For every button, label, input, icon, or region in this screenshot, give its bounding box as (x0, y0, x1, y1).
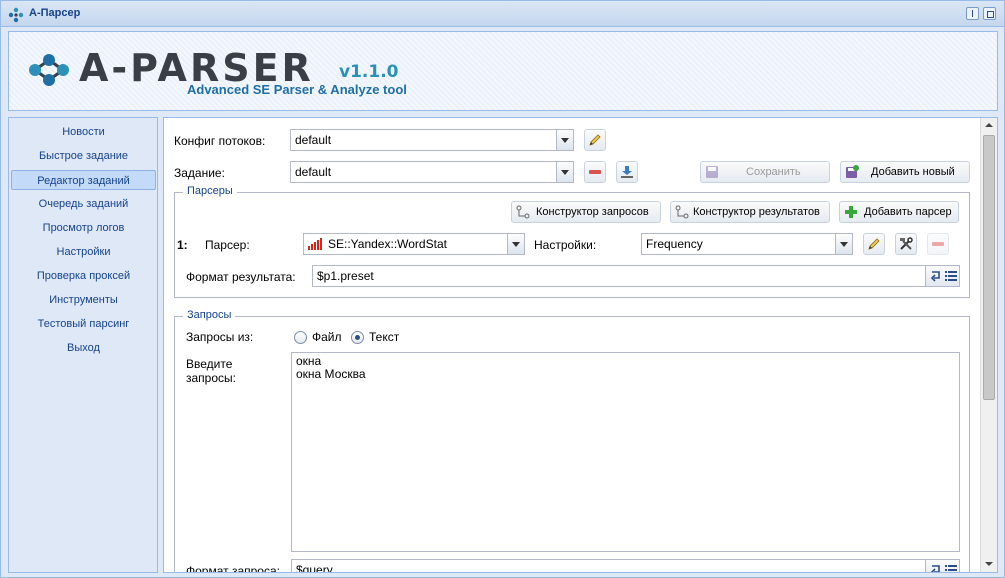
sidebar-item-task-editor[interactable]: Редактор заданий (11, 170, 156, 190)
sidebar-item-settings[interactable]: Настройки (11, 242, 156, 262)
download-task-button[interactable] (616, 161, 638, 183)
chevron-down-icon[interactable] (507, 234, 524, 254)
floppy-disk-icon (706, 166, 718, 178)
sidebar-item-news[interactable]: Новости (11, 122, 156, 142)
app-window: А-Парсер A-PARSER v1.1.0 Advanced SE Par… (0, 0, 1005, 578)
maximize-icon[interactable] (983, 7, 996, 20)
floppy-add-icon (846, 165, 859, 178)
title-bar: А-Парсер (1, 1, 1004, 27)
scroll-down-icon[interactable] (985, 562, 993, 566)
pin-icon[interactable] (966, 7, 979, 20)
queries-fieldset: Запросы Запросы из: Файл Текст Введите з… (174, 309, 970, 573)
radio-text[interactable] (351, 331, 364, 344)
result-format-input[interactable]: $p1.preset (312, 265, 960, 287)
constructor-icon (675, 205, 689, 219)
list-icon[interactable] (944, 269, 958, 283)
settings-label: Настройки: (534, 238, 597, 252)
minus-icon (589, 170, 601, 174)
window-title: А-Парсер (29, 7, 81, 19)
parser-settings-select[interactable]: Frequency (641, 233, 853, 255)
sidebar-item-task-queue[interactable]: Очередь заданий (11, 194, 156, 214)
sidebar: Новости Быстрое задание Редактор заданий… (8, 117, 158, 573)
scroll-up-icon[interactable] (985, 123, 993, 127)
parser-select[interactable]: SE::Yandex::WordStat (303, 233, 525, 255)
tools-button[interactable] (895, 233, 917, 255)
add-parser-button[interactable]: Добавить парсер (839, 201, 959, 223)
sidebar-item-test-parsing[interactable]: Тестовый парсинг (11, 314, 156, 334)
wrap-icon[interactable] (929, 563, 943, 573)
logo-tagline: Advanced SE Parser & Analyze tool (187, 82, 407, 97)
chevron-down-icon[interactable] (556, 162, 573, 182)
enter-queries-label-line1: Введите (186, 357, 233, 371)
chevron-down-icon[interactable] (556, 130, 573, 150)
sidebar-item-exit[interactable]: Выход (11, 338, 156, 358)
delete-task-button[interactable] (584, 161, 606, 183)
format-tools (925, 266, 959, 286)
threads-config-select[interactable]: default (290, 129, 574, 151)
scroll-thumb[interactable] (983, 135, 995, 400)
parser-row-index: 1: (177, 238, 188, 252)
sidebar-item-tools[interactable]: Инструменты (11, 290, 156, 310)
format-tools (925, 560, 959, 573)
minus-icon (932, 242, 944, 246)
queries-textarea[interactable]: окна окна Москва (291, 352, 960, 552)
parsers-legend: Парсеры (183, 185, 237, 197)
edit-settings-button[interactable] (863, 233, 885, 255)
logo-banner: A-PARSER v1.1.0 Advanced SE Parser & Ana… (8, 31, 998, 111)
parser-label: Парсер: (205, 238, 250, 252)
result-format-label: Формат результата: (186, 270, 296, 284)
logo-version: v1.1.0 (339, 62, 399, 82)
wordstat-bars-icon (308, 238, 322, 250)
remove-parser-button[interactable] (927, 233, 949, 255)
task-editor-panel: Конфиг потоков: default Задание: default (163, 117, 998, 573)
task-select[interactable]: default (290, 161, 574, 183)
pencil-icon (589, 134, 601, 146)
query-builder-button[interactable]: Конструктор запросов (511, 201, 661, 223)
plus-icon (845, 206, 857, 218)
query-line: окна (296, 354, 322, 368)
main-scrollbar[interactable] (980, 118, 997, 572)
enter-queries-label-line2: запросы: (186, 371, 236, 385)
list-icon[interactable] (944, 563, 958, 573)
radio-text-label[interactable]: Текст (369, 330, 399, 344)
query-line: окна Москва (296, 367, 366, 381)
save-button[interactable]: Сохранить (700, 161, 830, 183)
add-new-button[interactable]: Добавить новый (840, 161, 970, 183)
queries-source-label: Запросы из: (186, 330, 254, 344)
result-builder-button[interactable]: Конструктор результатов (670, 201, 830, 223)
radio-file-label[interactable]: Файл (312, 330, 342, 344)
edit-threads-config-button[interactable] (584, 129, 606, 151)
wrap-icon[interactable] (929, 269, 943, 283)
sidebar-item-proxy-check[interactable]: Проверка проксей (11, 266, 156, 286)
constructor-icon (516, 205, 530, 219)
logo-molecule-icon (29, 54, 69, 86)
download-icon (621, 166, 633, 178)
radio-file[interactable] (294, 331, 307, 344)
task-label: Задание: (174, 166, 225, 180)
pencil-icon (868, 238, 880, 250)
sidebar-item-logs[interactable]: Просмотр логов (11, 218, 156, 238)
query-format-input[interactable]: $query (291, 559, 960, 573)
app-logo-icon (8, 7, 24, 23)
query-format-label: Формат запроса: (186, 564, 280, 573)
parsers-fieldset: Парсеры Конструктор запросов Конструктор… (174, 185, 970, 298)
wrench-hammer-icon (900, 237, 913, 250)
queries-legend: Запросы (183, 309, 236, 321)
chevron-down-icon[interactable] (835, 234, 852, 254)
sidebar-item-quick-task[interactable]: Быстрое задание (11, 146, 156, 166)
threads-config-label: Конфиг потоков: (174, 134, 266, 148)
